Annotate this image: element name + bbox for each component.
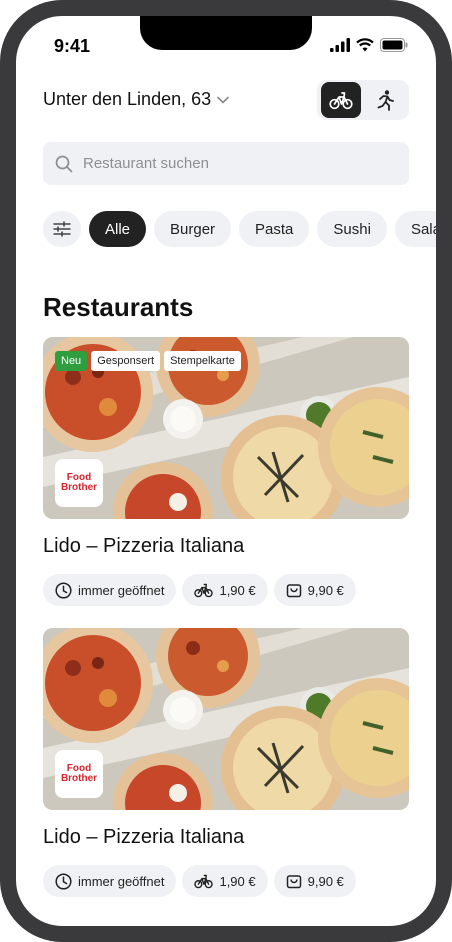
address-label: Unter den Linden, 63 [43,89,212,109]
min-order-pill: 9,90 € [273,574,356,606]
badge-stamp-card: Stempelkarte [164,351,241,371]
badge-new: Neu [55,351,88,371]
restaurant-meta: immer geöffnet 1,90 € 9,90 € [43,865,409,897]
opening-hours-text: immer geöffnet [78,873,165,889]
wifi-icon [356,38,374,52]
walking-icon [377,90,394,111]
search-placeholder: Restaurant suchen [83,155,209,172]
search-icon [55,155,73,172]
restaurant-card[interactable]: Food Brother Lido – Pizzeria Italiana im… [43,628,409,897]
category-filter-bar: Alle Burger Pasta Sushi Salat [43,211,436,249]
category-chip-burger[interactable]: Burger [154,211,232,247]
badge-sponsored: Gesponsert [91,351,161,371]
bicycle-icon [194,583,214,598]
logo-text-line2: Brother [60,773,98,784]
chevron-down-icon [217,96,229,104]
restaurant-card[interactable]: Neu Gesponsert Stempelkarte Food Brother… [43,337,409,606]
clock-icon [55,872,72,890]
min-order-pill: 9,90 € [273,865,356,897]
restaurant-meta: immer geöffnet 1,90 € 9,90 € [43,574,409,606]
restaurant-image: Neu Gesponsert Stempelkarte Food Brother [43,337,409,519]
logo-text-line2: Brother [60,482,98,493]
filter-button[interactable] [43,211,81,247]
delivery-fee-pill: 1,90 € [182,865,268,897]
category-chip-sushi[interactable]: Sushi [317,211,387,247]
restaurant-logo: Food Brother [55,750,103,798]
phone-frame: 9:41 Unter den Linden, 63 Restaurant suc… [0,0,452,942]
bicycle-icon [194,874,214,889]
pickup-mode-button[interactable] [365,82,405,118]
opening-hours-pill: immer geöffnet [43,574,177,606]
delivery-mode-toggle [317,80,409,120]
header: Unter den Linden, 63 [43,80,409,120]
address-selector[interactable]: Unter den Linden, 63 [43,89,229,110]
restaurant-image: Food Brother [43,628,409,810]
delivery-fee-text: 1,90 € [219,873,256,889]
opening-hours-pill: immer geöffnet [43,865,177,897]
section-title: Restaurants [43,292,194,322]
category-chip-alle[interactable]: Alle [89,211,147,247]
clock-icon [55,581,72,599]
shopping-bag-icon [286,875,301,889]
battery-icon [380,38,408,52]
restaurant-name: Lido – Pizzeria Italiana [43,826,245,848]
shopping-bag-icon [286,584,301,598]
category-chip-salat[interactable]: Salat [394,211,436,247]
delivery-fee-pill: 1,90 € [182,574,268,606]
min-order-text: 9,90 € [307,873,344,889]
sliders-icon [53,221,71,237]
status-icons [330,38,408,52]
min-order-text: 9,90 € [307,582,344,598]
status-bar: 9:41 [16,16,436,74]
delivery-mode-button[interactable] [321,82,361,118]
restaurant-logo: Food Brother [55,459,103,507]
restaurant-search-input[interactable]: Restaurant suchen [43,142,409,185]
restaurant-name: Lido – Pizzeria Italiana [43,535,245,557]
bicycle-icon [329,92,353,110]
category-chip-pasta[interactable]: Pasta [239,211,310,247]
status-time: 9:41 [54,36,91,56]
delivery-fee-text: 1,90 € [219,582,256,598]
badge-list: Neu Gesponsert Stempelkarte [55,351,241,371]
signal-icon [330,38,350,52]
opening-hours-text: immer geöffnet [78,582,165,598]
